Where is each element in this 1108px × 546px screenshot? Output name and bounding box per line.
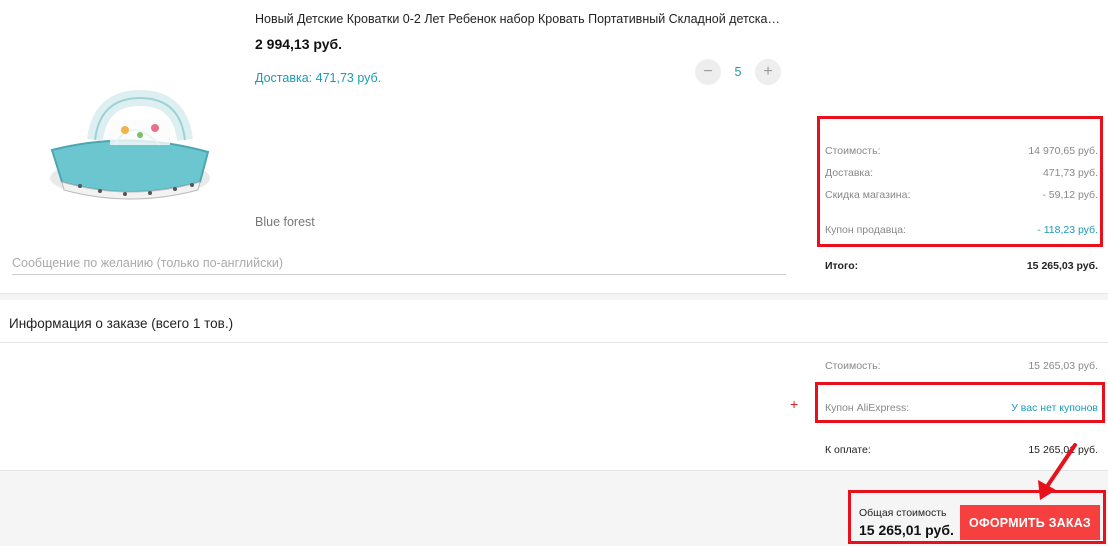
order-info-heading: Информация о заказе (всего 1 тов.) (9, 316, 234, 331)
annotation-highlight-ae-coupon (815, 382, 1105, 423)
annotation-highlight-seller-summary (817, 116, 1103, 247)
product-price: 2 994,13 руб. (255, 36, 343, 52)
section-gap (0, 294, 1108, 300)
annotation-plus-mark: + (790, 396, 799, 412)
product-image[interactable] (40, 90, 220, 205)
summary-total-value: 15 265,03 руб. (1026, 260, 1098, 272)
quantity-value: 5 (734, 65, 742, 79)
quantity-increase-button[interactable]: + (755, 59, 781, 85)
annotation-arrow-icon (1038, 443, 1077, 500)
pay-label: К оплате: (825, 444, 871, 456)
order-cost-value: 15 265,03 руб. (1028, 360, 1098, 372)
product-title[interactable]: Новый Детские Кроватки 0-2 Лет Ребенок н… (255, 12, 780, 26)
summary-total-label: Итого: (825, 260, 859, 272)
quantity-decrease-button[interactable]: − (695, 59, 721, 85)
order-info-divider (0, 342, 1108, 343)
seller-message-input[interactable] (12, 252, 786, 275)
product-shipping[interactable]: Доставка: 471,73 руб. (255, 71, 381, 85)
product-variant: Blue forest (255, 215, 315, 229)
order-cost-label: Стоимость: (825, 360, 881, 372)
